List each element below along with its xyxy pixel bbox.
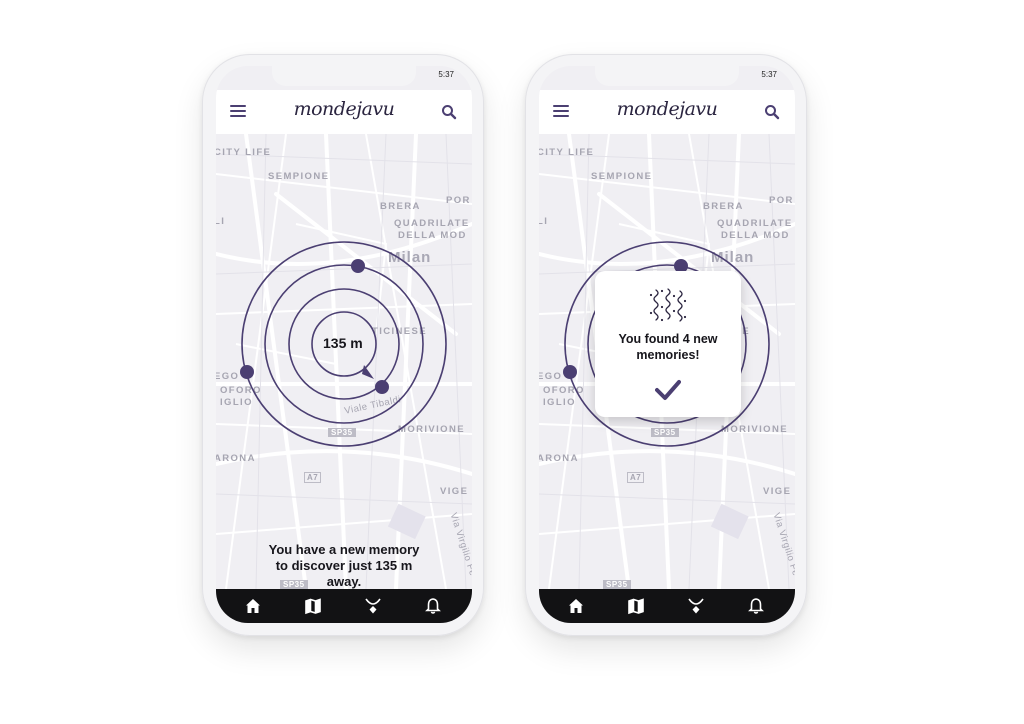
message-line: away. <box>326 574 362 589</box>
map-icon[interactable] <box>627 597 645 615</box>
search-icon[interactable] <box>440 103 458 121</box>
phone-right: 5:37 mondejavu CITY LIFE SEMPIONE BRERA … <box>525 54 807 636</box>
phone-left: 5:37 mondejavu CITY LIFE SEMPIONE BRERA … <box>202 54 484 636</box>
message-line: to discover just 135 m <box>275 558 413 573</box>
status-time: 5:37 <box>761 70 777 79</box>
dialog-line: You found 4 new <box>618 332 718 346</box>
confetti-icon <box>649 288 687 322</box>
direction-arrow <box>362 365 374 379</box>
distance-label: 135 m <box>323 335 363 351</box>
home-icon[interactable] <box>567 597 585 615</box>
status-time: 5:37 <box>438 70 454 79</box>
app-logo: mondejavu <box>293 98 395 120</box>
necklace-icon[interactable] <box>687 597 705 615</box>
app-bar: mondejavu <box>539 90 795 134</box>
memory-marker <box>240 365 254 379</box>
found-memories-dialog: You found 4 new memories! <box>595 271 741 417</box>
bell-icon[interactable] <box>747 597 765 615</box>
bottom-nav <box>539 589 795 623</box>
dialog-line: memories! <box>636 348 700 362</box>
message-line: You have a new memory <box>268 542 420 557</box>
screen-right: 5:37 mondejavu CITY LIFE SEMPIONE BRERA … <box>539 66 795 623</box>
memory-marker <box>351 259 365 273</box>
memory-marker <box>563 365 577 379</box>
necklace-icon[interactable] <box>364 597 382 615</box>
proximity-radar <box>240 241 447 447</box>
app-bar: mondejavu <box>216 90 472 134</box>
memory-marker <box>375 380 389 394</box>
app-logo: mondejavu <box>616 98 718 120</box>
notch <box>595 66 739 86</box>
bell-icon[interactable] <box>424 597 442 615</box>
bottom-nav <box>216 589 472 623</box>
checkmark-icon[interactable] <box>655 379 681 401</box>
map-view[interactable]: CITY LIFE SEMPIONE BRERA POR QUADRILATE … <box>216 134 472 589</box>
home-icon[interactable] <box>244 597 262 615</box>
dialog-message: You found 4 new memories! <box>595 331 741 363</box>
memory-message: You have a new memory to discover just 1… <box>246 542 442 590</box>
notch <box>272 66 416 86</box>
map-icon[interactable] <box>304 597 322 615</box>
search-icon[interactable] <box>763 103 781 121</box>
screen-left: 5:37 mondejavu CITY LIFE SEMPIONE BRERA … <box>216 66 472 623</box>
